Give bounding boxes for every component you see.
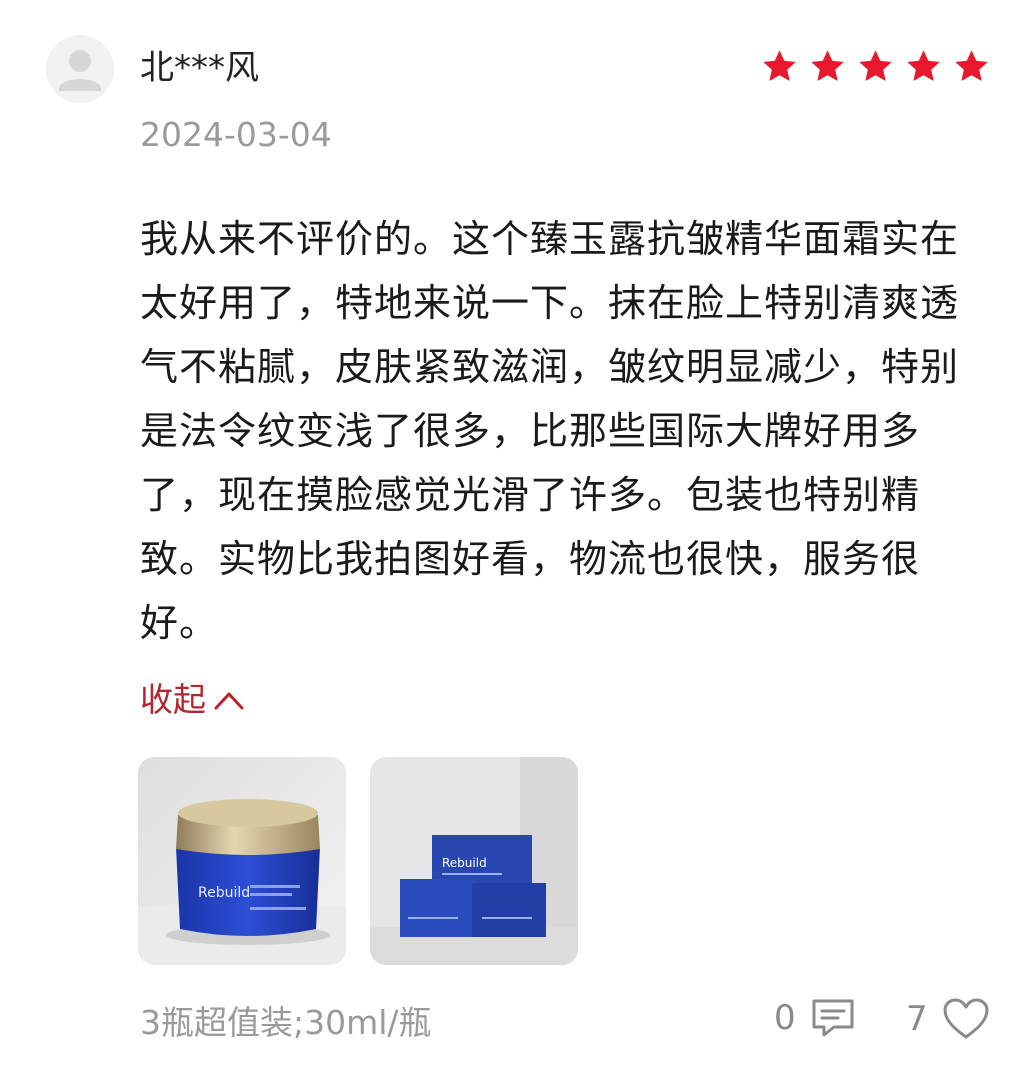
review-photos: Rebuild Rebuild <box>138 757 578 965</box>
collapse-label: 收起 <box>140 680 206 719</box>
star-icon <box>859 50 892 81</box>
star-icon <box>811 50 844 81</box>
username: 北***风 <box>140 48 259 88</box>
review-date: 2024-03-04 <box>140 115 332 154</box>
like-button[interactable]: 7 <box>906 997 990 1041</box>
star-rating <box>761 48 990 85</box>
product-spec: 3瓶超值装;30ml/瓶 <box>140 1003 432 1042</box>
chevron-up-icon <box>214 692 244 710</box>
avatar[interactable] <box>46 35 114 103</box>
review-photo-1[interactable]: Rebuild <box>138 757 346 965</box>
cream-jar-photo: Rebuild <box>138 757 346 965</box>
product-boxes-photo: Rebuild <box>370 757 578 965</box>
comment-count: 0 <box>774 998 796 1038</box>
brand-label: Rebuild <box>198 885 250 901</box>
star-icon <box>907 50 940 81</box>
review-text: 我从来不评价的。这个臻玉露抗皱精华面霜实在太好用了，特地来说一下。抹在脸上特别清… <box>140 217 960 645</box>
star-icon <box>955 50 988 81</box>
user-icon <box>59 50 101 91</box>
like-count: 7 <box>906 999 928 1039</box>
collapse-button[interactable]: 收起 <box>140 678 246 722</box>
comment-button[interactable]: 0 <box>774 997 856 1039</box>
brand-label: Rebuild <box>442 856 487 870</box>
comment-icon <box>812 999 854 1037</box>
star-icon <box>763 50 796 81</box>
heart-icon <box>943 998 989 1039</box>
review-photo-2[interactable]: Rebuild <box>370 757 578 965</box>
